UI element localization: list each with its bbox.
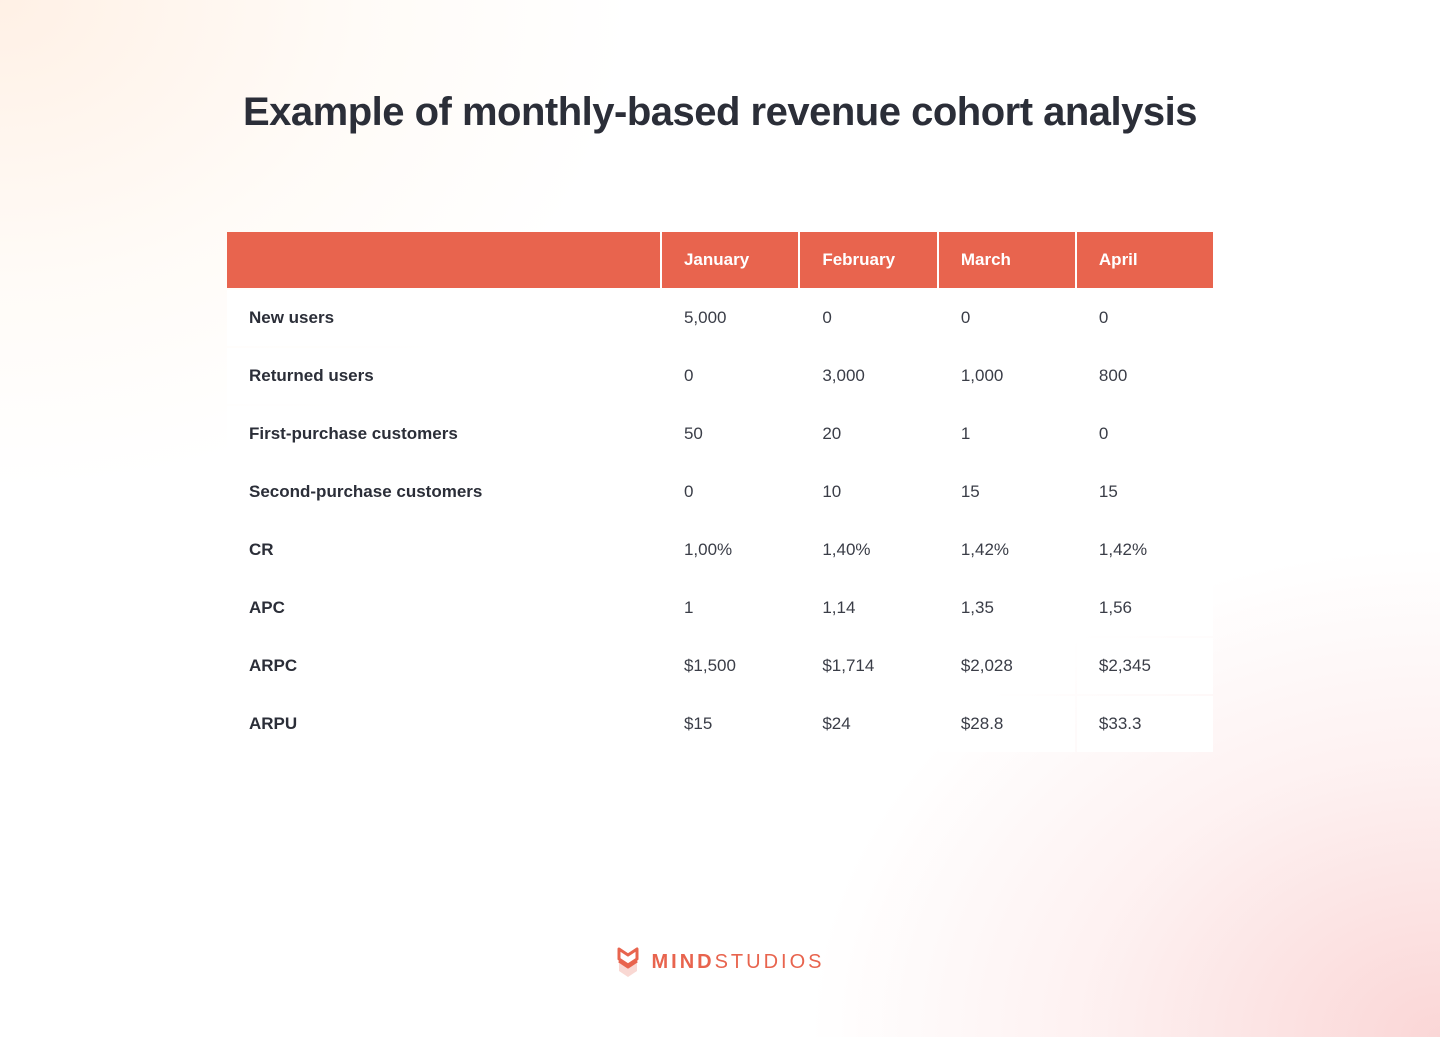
brand-name: MINDSTUDIOS	[651, 951, 824, 974]
table-header-row: January February March April	[227, 232, 1213, 288]
metric-value: 15	[1077, 464, 1213, 520]
metric-value: 20	[800, 406, 937, 462]
table-row: Returned users 0 3,000 1,000 800	[227, 348, 1213, 404]
table-row: First-purchase customers 50 20 1 0	[227, 406, 1213, 462]
metric-value: 1	[662, 580, 798, 636]
header-month-february: February	[800, 232, 937, 288]
metric-value: 1,14	[800, 580, 937, 636]
metric-value: 0	[939, 290, 1075, 346]
metric-value: $33.3	[1077, 696, 1213, 752]
metric-value: 3,000	[800, 348, 937, 404]
table-row: New users 5,000 0 0 0	[227, 290, 1213, 346]
metric-label: New users	[227, 290, 660, 346]
table-row: CR 1,00% 1,40% 1,42% 1,42%	[227, 522, 1213, 578]
metric-value: 0	[662, 348, 798, 404]
metric-value: 0	[662, 464, 798, 520]
table-row: APC 1 1,14 1,35 1,56	[227, 580, 1213, 636]
table-row: ARPU $15 $24 $28.8 $33.3	[227, 696, 1213, 752]
metric-value: $15	[662, 696, 798, 752]
metric-value: $2,028	[939, 638, 1075, 694]
page-title: Example of monthly-based revenue cohort …	[0, 90, 1440, 135]
metric-label: First-purchase customers	[227, 406, 660, 462]
metric-value: 50	[662, 406, 798, 462]
metric-value: 0	[1077, 406, 1213, 462]
metric-value: 1,000	[939, 348, 1075, 404]
metric-value: 0	[800, 290, 937, 346]
metric-value: 1,56	[1077, 580, 1213, 636]
metric-value: $28.8	[939, 696, 1075, 752]
metric-label: CR	[227, 522, 660, 578]
metric-value: 1,42%	[939, 522, 1075, 578]
metric-value: 800	[1077, 348, 1213, 404]
metric-label: ARPC	[227, 638, 660, 694]
header-month-march: March	[939, 232, 1075, 288]
header-month-april: April	[1077, 232, 1213, 288]
metric-value: 0	[1077, 290, 1213, 346]
metric-value: 1,35	[939, 580, 1075, 636]
metric-label: ARPU	[227, 696, 660, 752]
metric-value: 5,000	[662, 290, 798, 346]
metric-value: 1	[939, 406, 1075, 462]
header-metric-blank	[227, 232, 660, 288]
brand-name-rest: STUDIOS	[715, 951, 825, 973]
brand-name-bold: MIND	[651, 951, 714, 973]
metric-value: $2,345	[1077, 638, 1213, 694]
table-row: ARPC $1,500 $1,714 $2,028 $2,345	[227, 638, 1213, 694]
mindstudios-icon	[615, 947, 641, 977]
metric-value: 1,42%	[1077, 522, 1213, 578]
metric-value: 1,40%	[800, 522, 937, 578]
metric-value: 1,00%	[662, 522, 798, 578]
metric-value: 10	[800, 464, 937, 520]
metric-label: APC	[227, 580, 660, 636]
header-month-january: January	[662, 232, 798, 288]
metric-label: Second-purchase customers	[227, 464, 660, 520]
metric-value: $1,500	[662, 638, 798, 694]
metric-label: Returned users	[227, 348, 660, 404]
metric-value: $24	[800, 696, 937, 752]
cohort-table: January February March April New users 5…	[225, 230, 1215, 754]
metric-value: $1,714	[800, 638, 937, 694]
table-row: Second-purchase customers 0 10 15 15	[227, 464, 1213, 520]
metric-value: 15	[939, 464, 1075, 520]
brand-logo: MINDSTUDIOS	[0, 947, 1440, 977]
